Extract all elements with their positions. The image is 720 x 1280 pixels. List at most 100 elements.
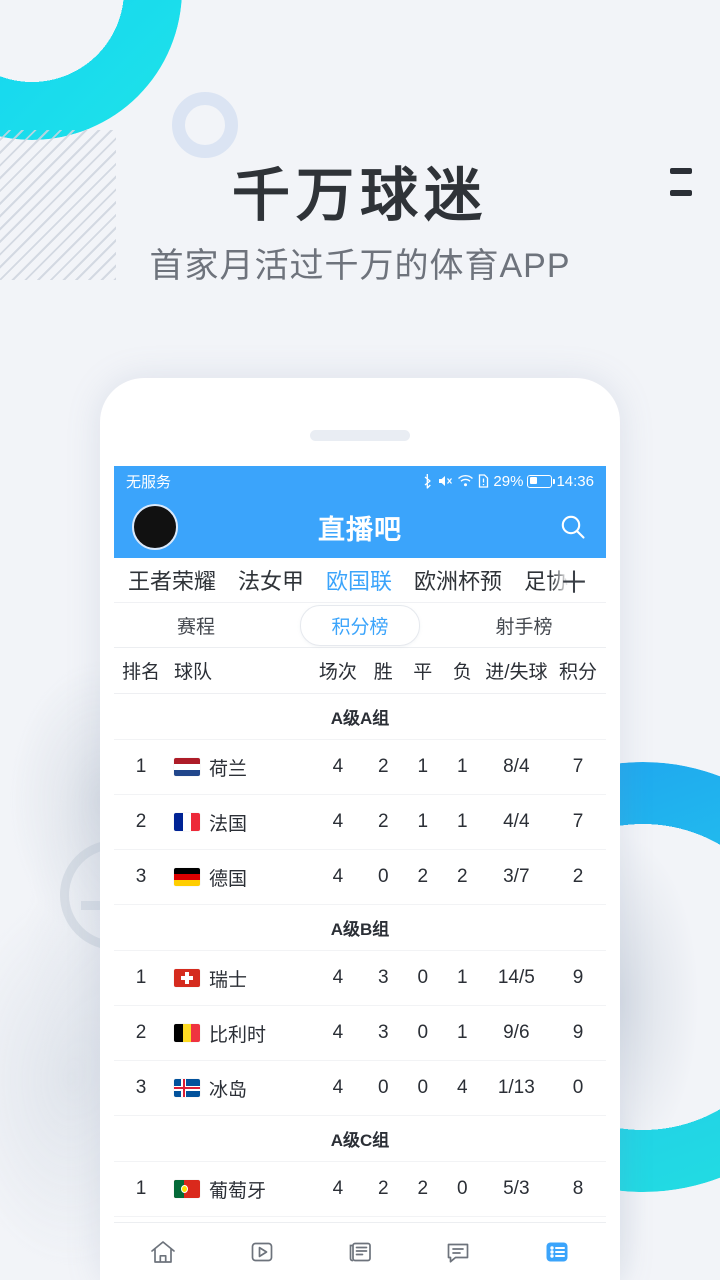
league-tab-1[interactable]: 法女甲 (238, 564, 304, 596)
nav-video[interactable] (212, 1237, 310, 1267)
cell-won: 2 (377, 811, 389, 832)
nav-news[interactable] (311, 1237, 409, 1267)
cell-played: 4 (332, 811, 344, 832)
segment-schedule-label: 赛程 (176, 616, 215, 638)
table-row[interactable]: 1 瑞士 4 3 0 1 14/5 9 (114, 951, 606, 1006)
bluetooth-icon (425, 474, 432, 489)
promo-headline: 千万球迷 (231, 163, 488, 228)
flag-icon-be (174, 1024, 200, 1042)
cell-goals: 8/4 (503, 756, 530, 777)
flag-icon-is (174, 1079, 200, 1097)
cell-goals: 14/5 (497, 967, 535, 988)
cell-played: 4 (332, 756, 344, 777)
team-name: 德国 (209, 868, 248, 890)
cell-points: 9 (572, 967, 584, 988)
standings-table: 排名 球队 场次 胜 平 负 进/失球 积分 A级A组 1 荷兰 4 2 1 1 8/4 7 2 法… (114, 648, 606, 1217)
cell-team: 比利时 (168, 1020, 313, 1047)
cell-points: 0 (572, 1077, 584, 1098)
cell-rank: 2 (135, 811, 147, 832)
cell-points: 7 (572, 811, 584, 832)
cell-team: 葡萄牙 (168, 1176, 313, 1203)
segment-scorers-label: 射手榜 (495, 616, 553, 638)
nav-chat[interactable] (409, 1237, 507, 1267)
league-tab-2[interactable]: 欧国联 (326, 564, 392, 596)
cell-points: 7 (572, 756, 584, 777)
team-name: 葡萄牙 (209, 1180, 267, 1202)
cell-team: 冰岛 (168, 1075, 313, 1102)
group-header-row: A级B组 (114, 905, 606, 951)
table-header-row: 排名 球队 场次 胜 平 负 进/失球 积分 (114, 648, 606, 694)
list-icon (546, 1242, 568, 1261)
team-name: 瑞士 (209, 969, 248, 991)
segment-schedule[interactable]: 赛程 (114, 612, 278, 639)
cell-points: 9 (572, 1022, 584, 1043)
cell-goals: 9/6 (503, 1022, 530, 1043)
status-bar: 无服务 29% 14:36 (114, 466, 606, 496)
app-title: 直播吧 (318, 514, 402, 545)
chat-icon (448, 1243, 469, 1263)
segment-scorers[interactable]: 射手榜 (442, 612, 606, 639)
cell-drawn: 2 (417, 866, 429, 887)
home-icon (151, 1240, 176, 1263)
cell-played: 4 (332, 1178, 344, 1199)
cell-rank: 1 (135, 756, 147, 777)
header-rank: 排名 (121, 662, 160, 683)
bottom-navigation[interactable] (114, 1222, 606, 1280)
league-tab-3[interactable]: 欧洲杯预 (414, 564, 502, 596)
cell-lost: 0 (457, 1178, 468, 1199)
cell-team: 荷兰 (168, 754, 313, 781)
team-name: 冰岛 (209, 1079, 248, 1101)
table-row[interactable]: 3 德国 4 0 2 2 3/7 2 (114, 850, 606, 905)
cell-drawn: 0 (417, 967, 429, 988)
cell-drawn: 1 (417, 756, 429, 777)
decorative-ring-top-left (0, 0, 182, 140)
status-carrier: 无服务 (126, 473, 172, 491)
league-tab-bar[interactable]: 王者荣耀 法女甲 欧国联 欧洲杯预 足协 ＋ (114, 558, 606, 602)
cell-lost: 1 (457, 756, 468, 777)
cell-played: 4 (332, 967, 344, 988)
phone-mockup: 无服务 29% 14:36 直播吧 王者荣耀 法女甲 欧国联 欧洲杯预 足协 ＋… (100, 378, 620, 1280)
table-row[interactable]: 1 荷兰 4 2 1 1 8/4 7 (114, 740, 606, 795)
cell-rank: 2 (135, 1022, 147, 1043)
phone-speaker (310, 430, 410, 441)
table-row[interactable]: 1 葡萄牙 4 2 2 0 5/3 8 (114, 1162, 606, 1217)
avatar[interactable] (132, 504, 178, 550)
header-points: 积分 (559, 662, 598, 683)
cell-played: 4 (332, 866, 344, 887)
group-header-row: A级C组 (114, 1116, 606, 1162)
table-row[interactable]: 2 比利时 4 3 0 1 9/6 9 (114, 1006, 606, 1061)
nav-home[interactable] (114, 1237, 212, 1267)
flag-icon-pt (174, 1180, 200, 1198)
cell-lost: 1 (457, 1022, 468, 1043)
cell-won: 3 (377, 1022, 389, 1043)
cell-rank: 3 (135, 866, 147, 887)
segment-standings-label: 积分榜 (300, 604, 420, 646)
header-goals: 进/失球 (485, 662, 548, 683)
header-drawn: 平 (413, 662, 433, 683)
battery-percent: 29% (493, 472, 524, 490)
search-icon (561, 515, 585, 539)
add-tab-button[interactable]: ＋ (552, 558, 596, 602)
video-icon (251, 1242, 272, 1261)
flag-icon-ch (174, 969, 200, 987)
segment-control[interactable]: 赛程 积分榜 射手榜 (114, 602, 606, 648)
cell-won: 0 (377, 1077, 389, 1098)
header-played: 场次 (318, 662, 357, 683)
table-row[interactable]: 3 冰岛 4 0 0 4 1/13 0 (114, 1061, 606, 1116)
cell-played: 4 (332, 1077, 344, 1098)
cell-team: 瑞士 (168, 965, 313, 992)
cell-won: 2 (377, 756, 389, 777)
news-icon (349, 1242, 371, 1261)
cell-drawn: 2 (417, 1178, 429, 1199)
nav-standings[interactable] (508, 1237, 606, 1267)
table-row[interactable]: 2 法国 4 2 1 1 4/4 7 (114, 795, 606, 850)
group-header-row: A级A组 (114, 694, 606, 740)
cell-lost: 1 (457, 967, 468, 988)
promo-subheadline: 首家月活过千万的体育APP (149, 247, 571, 285)
cell-rank: 1 (135, 1178, 147, 1199)
league-tab-0[interactable]: 王者荣耀 (128, 564, 216, 596)
search-button[interactable] (558, 512, 588, 542)
team-name: 法国 (209, 813, 248, 835)
segment-standings[interactable]: 积分榜 (278, 604, 442, 646)
cell-drawn: 0 (417, 1022, 429, 1043)
